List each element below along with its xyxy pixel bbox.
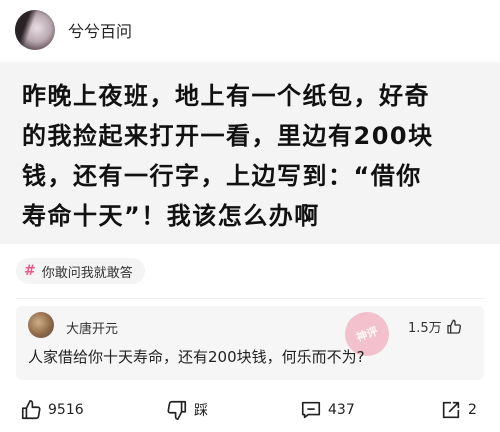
comment-icon — [301, 401, 321, 419]
answer-text: 人家借给你十天寿命，还有200块钱，何乐而不为? — [28, 348, 365, 366]
dislike-label: 踩 — [194, 403, 208, 419]
share-icon — [442, 401, 460, 419]
answer-like-count: 1.5万 — [408, 321, 442, 336]
like-button[interactable]: 9516 — [20, 392, 84, 428]
answer-author-avatar[interactable] — [28, 312, 54, 338]
author-avatar[interactable] — [15, 10, 55, 50]
action-bar: 9516 踩 437 2 — [0, 392, 500, 428]
thumbs-up-icon — [21, 400, 41, 420]
thumbs-up-icon — [447, 319, 461, 334]
share-count: 2 — [468, 402, 477, 418]
topic-tag[interactable]: # 你敢问我就敢答 — [16, 258, 145, 284]
thumbs-down-icon — [167, 400, 187, 420]
hashtag-icon: # — [24, 263, 36, 279]
answer-like-button[interactable]: 1.5万 — [408, 317, 462, 336]
question-line: 昨晚上夜班，地上有一个纸包，好奇 — [22, 82, 430, 110]
post-header: 兮兮百问 — [0, 0, 500, 62]
divider — [16, 298, 484, 299]
question-line: 的我捡起来打开一看，里边有200块 — [22, 122, 434, 150]
question-line: 寿命十天”！我该怎么办啊 — [22, 202, 320, 230]
share-button[interactable]: 2 — [440, 392, 477, 428]
author-name[interactable]: 兮兮百问 — [68, 18, 132, 42]
comment-count: 437 — [328, 402, 355, 418]
question-text: 昨晚上夜班，地上有一个纸包，好奇 的我捡起来打开一看，里边有200块 钱，还有一… — [22, 76, 482, 236]
question-line: 钱，还有一行字，上边写到：“借你 — [22, 162, 422, 190]
answer-author-name[interactable]: 大唐开元 — [66, 318, 118, 337]
dislike-button[interactable]: 踩 — [166, 392, 208, 428]
topic-label: 你敢问我就敢答 — [41, 265, 133, 281]
like-count: 9516 — [48, 402, 84, 418]
comment-button[interactable]: 437 — [300, 392, 355, 428]
